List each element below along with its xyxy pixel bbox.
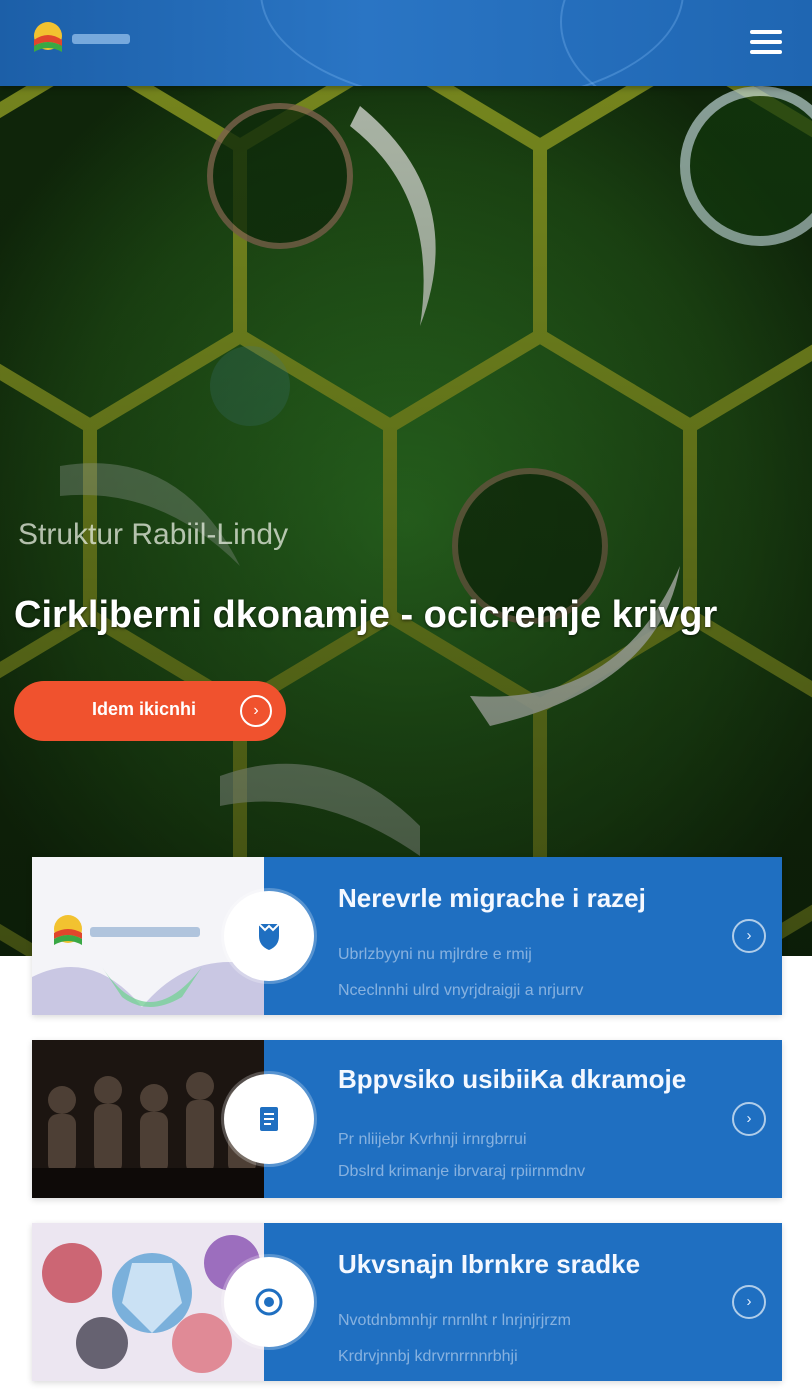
arrow-right-circle-icon: › (732, 1285, 766, 1319)
top-header (0, 0, 812, 86)
feature-card[interactable]: Nerevrle migrache i razej Ubrlzbyyni nu … (32, 857, 782, 1015)
document-icon (260, 1107, 278, 1131)
hero-cta-button[interactable]: Idem ikicnhi › (14, 681, 286, 741)
menu-button[interactable] (746, 26, 786, 58)
hero-subtitle: Struktur Rabiil-Lindy (18, 518, 289, 551)
feature-card[interactable]: Bppvsiko usibiiKa dkramoje Pr nliijebr K… (32, 1040, 782, 1198)
card-badge (224, 1257, 314, 1347)
card-badge (224, 891, 314, 981)
target-icon (255, 1288, 283, 1316)
hero-banner: Struktur Rabiil-Lindy Cirkljberni dkonam… (0, 86, 812, 956)
hamburger-menu-icon (750, 30, 782, 34)
card-title: Ukvsnajn Ibrnkre sradke (338, 1249, 641, 1279)
card-description: Nceclnnhi ulrd vnyrjdraigji a nrjurrv (338, 982, 584, 999)
hero-title: Cirkljberni dkonamje - ocicremje krivgr (14, 594, 718, 636)
card-title: Bppvsiko usibiiKa dkramoje (338, 1064, 687, 1094)
arrow-right-circle-icon: › (240, 695, 272, 727)
arrow-right-circle-icon: › (732, 1102, 766, 1136)
hamburger-menu-icon-bar (750, 50, 782, 54)
shield-icon (258, 923, 280, 950)
card-description: Dbslrd krimanje ibrvaraj rpiirnmdnv (338, 1163, 586, 1180)
card-description: Nvotdnbmnhjr rnrnlht r lnrjnjrjrzm (338, 1312, 571, 1329)
logo-icon (34, 22, 130, 52)
card-description: Ubrlzbyyni nu mjlrdre e rmij (338, 946, 532, 963)
feature-card[interactable]: Ukvsnajn Ibrnkre sradke Nvotdnbmnhjr rnr… (32, 1223, 782, 1381)
arrow-right-circle-icon: › (732, 919, 766, 953)
site-logo[interactable] (28, 16, 138, 64)
card-title: Nerevrle migrache i razej (338, 883, 646, 913)
hamburger-menu-icon-bar (750, 40, 782, 44)
card-badge (224, 1074, 314, 1164)
card-description: Krdrvjnnbj kdrvrnrrnnrbhji (338, 1348, 518, 1365)
hero-cta-label: Idem ikicnhi (92, 699, 197, 719)
